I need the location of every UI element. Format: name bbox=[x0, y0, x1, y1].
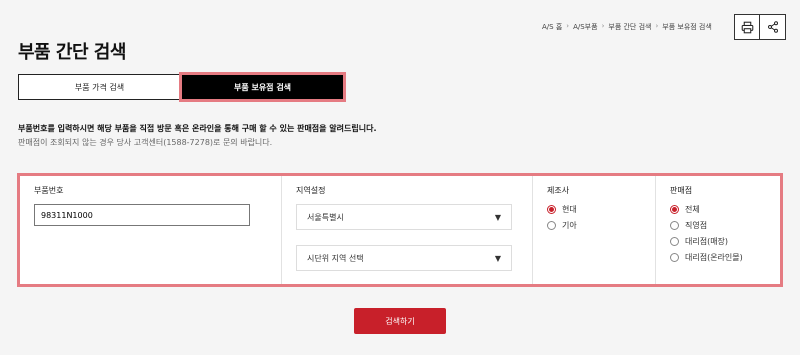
breadcrumb-item[interactable]: A/S부품 bbox=[573, 22, 597, 32]
city-select[interactable]: 서울특별시 ▼ bbox=[296, 204, 512, 230]
maker-option-hyundai[interactable]: 현대 bbox=[547, 204, 641, 215]
maker-label: 제조사 bbox=[547, 186, 570, 195]
page-tools bbox=[734, 14, 786, 40]
search-tabs: 부품 가격 검색 부품 보유점 검색 bbox=[18, 72, 346, 102]
breadcrumb-separator: › bbox=[601, 22, 605, 30]
radio-unchecked-icon[interactable] bbox=[670, 237, 679, 246]
dealer-option-all[interactable]: 전체 bbox=[670, 204, 766, 215]
maker-option-kia[interactable]: 기아 bbox=[547, 220, 641, 231]
tab-part-price-search[interactable]: 부품 가격 검색 bbox=[18, 74, 181, 100]
radio-unchecked-icon[interactable] bbox=[670, 253, 679, 262]
maker-section: 제조사 현대 기아 bbox=[533, 176, 656, 284]
printer-icon bbox=[741, 21, 753, 33]
breadcrumb-separator: › bbox=[655, 22, 659, 30]
radio-unchecked-icon[interactable] bbox=[547, 221, 556, 230]
breadcrumb-item[interactable]: 부품 간단 검색 bbox=[608, 22, 651, 32]
search-button[interactable]: 검색하기 bbox=[354, 308, 446, 334]
dealer-option-agency-online[interactable]: 대리점(온라인몰) bbox=[670, 252, 766, 263]
radio-label: 현대 bbox=[562, 205, 577, 214]
info-line-secondary: 판매점이 조회되지 않는 경우 당사 고객센터(1588-7278)로 문의 바… bbox=[18, 138, 273, 147]
radio-label: 전체 bbox=[685, 205, 700, 214]
info-line-primary: 부품번호를 입력하시면 해당 부품을 직접 방문 혹은 온라인을 통해 구매 할… bbox=[18, 124, 377, 133]
tab-part-dealer-search[interactable]: 부품 보유점 검색 bbox=[179, 72, 346, 102]
part-number-section: 부품번호 bbox=[20, 176, 282, 284]
breadcrumb-item-current: 부품 보유점 검색 bbox=[662, 23, 712, 31]
part-number-label: 부품번호 bbox=[34, 186, 64, 195]
share-icon bbox=[767, 21, 778, 33]
dealer-section: 판매점 전체 직영점 대리점(매장) 대리점(온라인몰) bbox=[656, 176, 780, 284]
breadcrumb-separator: › bbox=[566, 22, 570, 30]
district-select[interactable]: 시단위 지역 선택 ▼ bbox=[296, 245, 512, 271]
page-title: 부품 간단 검색 bbox=[18, 42, 126, 63]
radio-label: 직영점 bbox=[685, 221, 708, 230]
search-form: 부품번호 지역설정 서울특별시 ▼ 시단위 지역 선택 ▼ 제조사 현대 기아 … bbox=[17, 173, 783, 287]
dealer-option-direct[interactable]: 직영점 bbox=[670, 220, 766, 231]
radio-checked-icon[interactable] bbox=[670, 205, 679, 214]
breadcrumb-item[interactable]: A/S 홈 bbox=[542, 22, 562, 32]
info-text: 부품번호를 입력하시면 해당 부품을 직접 방문 혹은 온라인을 통해 구매 할… bbox=[18, 122, 377, 150]
dealer-label: 판매점 bbox=[670, 186, 693, 195]
district-select-placeholder: 시단위 지역 선택 bbox=[307, 253, 364, 263]
region-label: 지역설정 bbox=[296, 186, 326, 195]
radio-label: 대리점(온라인몰) bbox=[685, 253, 743, 262]
share-button[interactable] bbox=[760, 14, 786, 40]
print-button[interactable] bbox=[734, 14, 760, 40]
radio-unchecked-icon[interactable] bbox=[670, 221, 679, 230]
radio-label: 대리점(매장) bbox=[685, 237, 729, 246]
dealer-option-agency-store[interactable]: 대리점(매장) bbox=[670, 236, 766, 247]
caret-down-icon: ▼ bbox=[494, 212, 501, 222]
breadcrumb: A/S 홈 › A/S부품 › 부품 간단 검색 › 부품 보유점 검색 bbox=[542, 22, 712, 32]
caret-down-icon: ▼ bbox=[494, 253, 501, 263]
city-select-value: 서울특별시 bbox=[307, 212, 344, 222]
radio-label: 기아 bbox=[562, 221, 577, 230]
part-number-input[interactable] bbox=[34, 204, 250, 226]
radio-checked-icon[interactable] bbox=[547, 205, 556, 214]
region-section: 지역설정 서울특별시 ▼ 시단위 지역 선택 ▼ bbox=[282, 176, 533, 284]
